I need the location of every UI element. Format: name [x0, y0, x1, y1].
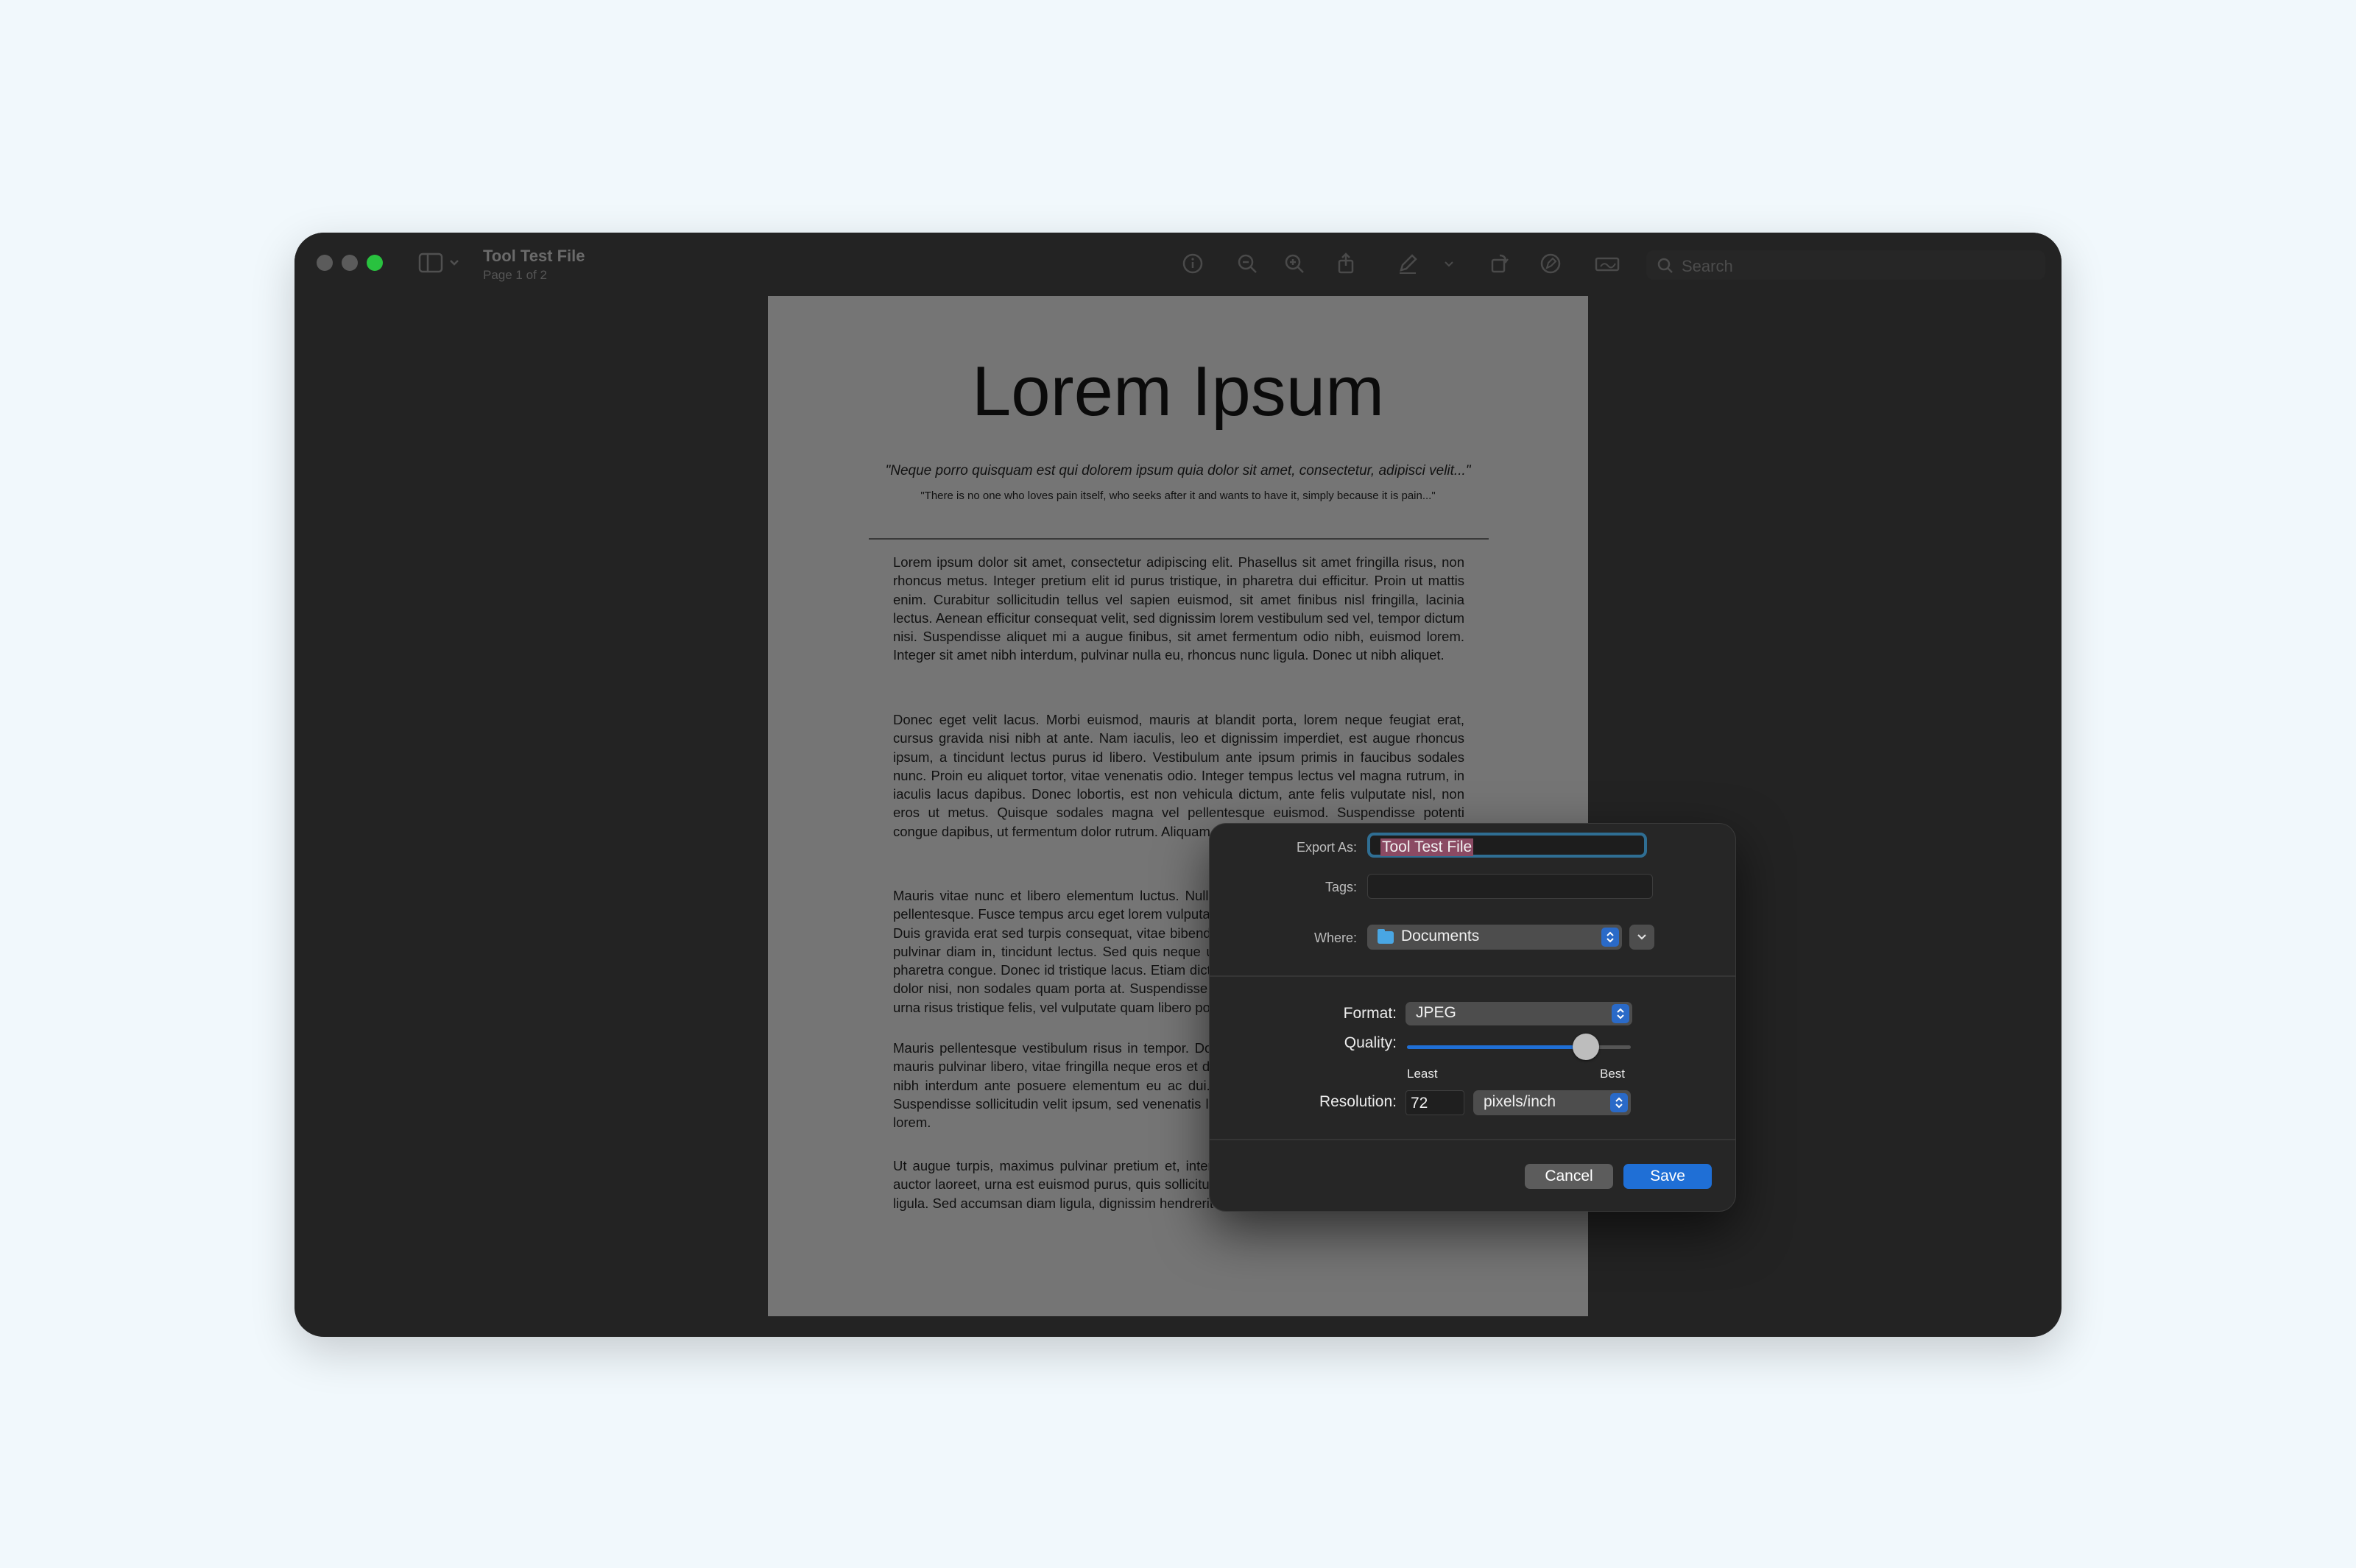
zoom-window-button[interactable] [367, 255, 383, 271]
chevron-down-icon[interactable] [1442, 250, 1456, 277]
tags-field[interactable] [1367, 874, 1653, 899]
quality-max-label: Best [1600, 1067, 1626, 1081]
minimize-window-button[interactable] [342, 255, 358, 271]
markup-pen-icon[interactable] [1394, 250, 1421, 277]
tags-label: Tags: [1325, 880, 1357, 894]
share-icon[interactable] [1333, 250, 1359, 277]
window-title: Tool Test File [483, 247, 585, 265]
save-button[interactable]: Save [1623, 1164, 1712, 1189]
close-window-button[interactable] [317, 255, 333, 271]
quality-slider-knob[interactable] [1573, 1034, 1600, 1060]
search-field[interactable]: Search [1646, 250, 2045, 280]
paragraph: Lorem ipsum dolor sit amet, consectetur … [893, 554, 1464, 663]
divider [1210, 975, 1735, 977]
zoom-out-icon[interactable] [1234, 250, 1260, 277]
title-bar: Tool Test File Page 1 of 2 Search [294, 233, 2062, 296]
page-indicator: Page 1 of 2 [483, 268, 547, 282]
export-as-field[interactable]: Tool Test File [1367, 833, 1647, 858]
expand-browser-button[interactable] [1629, 925, 1654, 950]
cancel-button[interactable]: Cancel [1525, 1164, 1613, 1189]
quality-label: Quality: [1344, 1034, 1397, 1051]
format-value: JPEG [1416, 1004, 1456, 1021]
where-popup[interactable]: Documents [1367, 925, 1622, 950]
export-as-value: Tool Test File [1380, 838, 1474, 856]
preview-window: Tool Test File Page 1 of 2 Search Lorem … [294, 233, 2062, 1337]
export-as-label: Export As: [1296, 840, 1357, 855]
resolution-label: Resolution: [1319, 1093, 1397, 1110]
sidebar-toggle-button[interactable] [418, 252, 465, 274]
chevron-down-icon [1637, 934, 1646, 940]
quality-slider-fill [1407, 1045, 1587, 1049]
export-dialog: Export As: Tool Test File Tags: Where: D… [1210, 824, 1735, 1211]
highlight-circle-icon[interactable] [1537, 250, 1564, 277]
horizontal-rule [869, 538, 1489, 540]
where-value: Documents [1401, 928, 1480, 944]
info-icon[interactable] [1179, 250, 1206, 277]
up-down-chevron-icon [1601, 928, 1619, 947]
up-down-chevron-icon [1612, 1004, 1629, 1023]
search-placeholder: Search [1682, 257, 1733, 275]
divider [1210, 1139, 1735, 1140]
document-quote: "Neque porro quisquam est qui dolorem ip… [885, 463, 1471, 478]
resolution-field[interactable]: 72 [1406, 1090, 1464, 1115]
search-icon [1657, 258, 1673, 273]
format-popup[interactable]: JPEG [1406, 1002, 1632, 1025]
resolution-unit-popup[interactable]: pixels/inch [1473, 1090, 1631, 1115]
rotate-icon[interactable] [1486, 250, 1512, 277]
quality-min-label: Least [1407, 1067, 1438, 1081]
document-heading: Lorem Ipsum [971, 352, 1385, 431]
up-down-chevron-icon [1610, 1093, 1628, 1112]
resolution-unit-value: pixels/inch [1484, 1093, 1556, 1110]
zoom-in-icon[interactable] [1281, 250, 1308, 277]
document-quote-translation: "There is no one who loves pain itself, … [920, 490, 1436, 502]
paragraph: Donec eget velit lacus. Morbi euismod, m… [893, 712, 1464, 839]
where-label: Where: [1313, 930, 1357, 945]
format-label: Format: [1343, 1005, 1397, 1022]
sign-icon[interactable] [1592, 250, 1624, 277]
sidebar-icon [418, 252, 459, 273]
folder-icon [1378, 929, 1394, 944]
